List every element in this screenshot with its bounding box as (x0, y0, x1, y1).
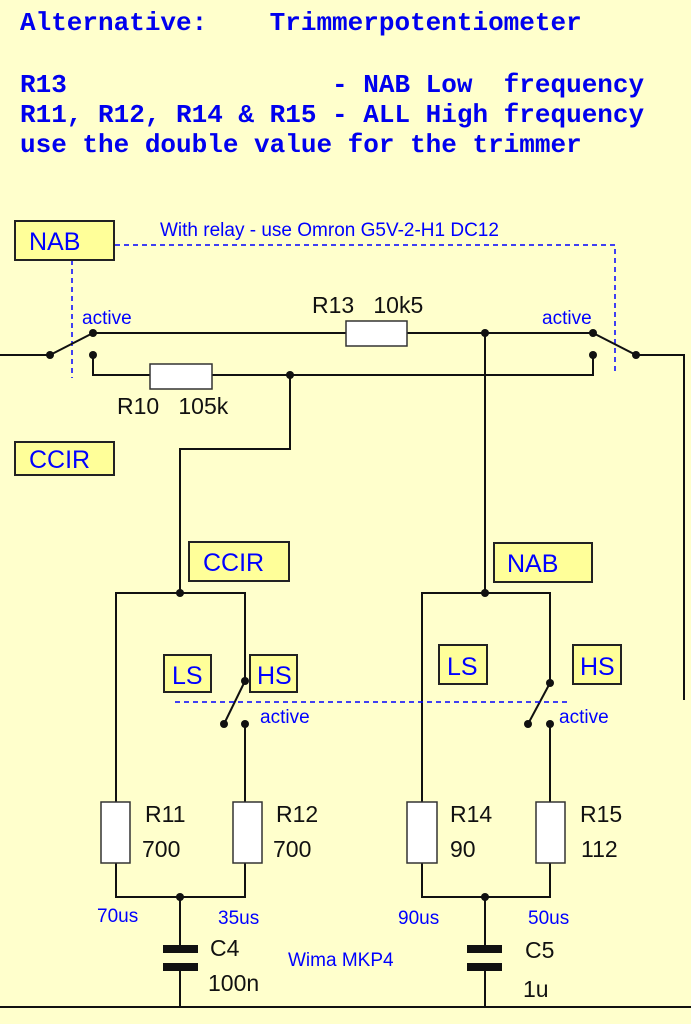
label-active: active (559, 707, 609, 728)
junction-dot (481, 893, 489, 901)
header-line-1: Alternative: Trimmerpotentiometer (20, 8, 582, 38)
junction-dot (176, 589, 184, 597)
label-ccir-left: CCIR (29, 446, 90, 474)
label-ls-left: LS (172, 662, 203, 690)
switch-contact (241, 677, 249, 685)
switch-contact (546, 720, 554, 728)
resistor-r10 (149, 363, 213, 390)
relay-note: With relay - use Omron G5V-2-H1 DC12 (160, 220, 499, 241)
switch-pivot (46, 351, 54, 359)
resistor-r13 (345, 320, 408, 347)
switch-contact (89, 351, 97, 359)
switch-pivot (524, 720, 532, 728)
label-time-constant: 70us (97, 906, 138, 927)
label-c5-name: C5 (525, 937, 554, 963)
label-r14-value: 90 (450, 836, 476, 862)
label-ls-right: LS (447, 653, 478, 681)
label-hs-left: HS (257, 662, 292, 690)
resistor-r15 (535, 801, 566, 864)
label-r11-value: 700 (142, 836, 180, 862)
capacitor-c5-plate (467, 945, 502, 953)
switch-contact (241, 720, 249, 728)
label-time-constant: 35us (218, 908, 259, 929)
label-c4-value: 100n (208, 970, 259, 996)
label-r12-value: 700 (273, 836, 311, 862)
header-line-3: R11, R12, R14 & R15 - ALL High frequency (20, 100, 644, 130)
label-time-constant: 90us (398, 908, 439, 929)
junction-dot (176, 893, 184, 901)
label-r15-value: 112 (581, 836, 618, 862)
label-hs-right: HS (580, 653, 615, 681)
resistor-r12 (232, 801, 263, 864)
label-r10: R10 105k (117, 393, 229, 419)
switch-contact (89, 329, 97, 337)
label-active: active (542, 308, 592, 329)
label-r13: R13 10k5 (312, 292, 423, 318)
label-r12-name: R12 (276, 801, 318, 827)
junction-dot (481, 589, 489, 597)
header-line-2: R13 - NAB Low frequency (20, 70, 644, 100)
capacitor-c5-plate (467, 963, 502, 971)
resistor-r11 (100, 801, 131, 864)
capacitor-c4-plate (163, 945, 198, 953)
label-nab-top: NAB (29, 228, 80, 256)
label-active: active (260, 707, 310, 728)
switch-pivot (220, 720, 228, 728)
label-cap-type: Wima MKP4 (288, 950, 394, 971)
label-r14-name: R14 (450, 801, 492, 827)
label-ccir-mid: CCIR (203, 549, 264, 577)
label-nab-mid: NAB (507, 550, 558, 578)
switch-contact (546, 679, 554, 687)
label-r11-name: R11 (145, 801, 186, 827)
circuit-svg: Alternative: Trimmerpotentiometer R13 - … (0, 8, 691, 1008)
label-r15-name: R15 (580, 801, 622, 827)
label-c4-name: C4 (210, 935, 240, 961)
switch-contact (589, 351, 597, 359)
switch-blade (527, 682, 551, 725)
switch-contact (589, 329, 597, 337)
header-line-4: use the double value for the trimmer (20, 130, 582, 160)
capacitor-c4-plate (163, 963, 198, 971)
resistor-r14 (406, 801, 438, 864)
label-c5-value: 1u (523, 976, 549, 1002)
label-active: active (82, 308, 132, 329)
switch-pivot (632, 351, 640, 359)
label-time-constant: 50us (528, 908, 569, 929)
schematic-diagram: Alternative: Trimmerpotentiometer R13 - … (0, 0, 691, 1024)
